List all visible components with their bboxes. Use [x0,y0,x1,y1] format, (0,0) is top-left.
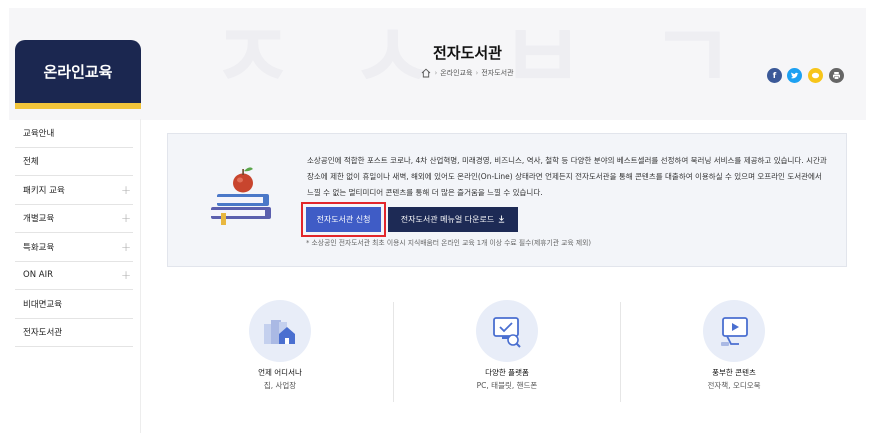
sidebar-item-individual[interactable]: 개별교육 + [15,205,133,233]
sidebar-item-special[interactable]: 특화교육 + [15,233,133,262]
sidebar-item-guide[interactable]: 교육안내 [15,119,133,148]
plus-icon[interactable]: + [121,268,133,282]
plus-icon[interactable]: + [121,240,133,254]
sidebar-menu: 교육안내 전체 패키지 교육 + 개별교육 + 특화교육 + ON AIR + … [15,119,133,347]
sidebar-item-label: 전자도서관 [23,328,63,339]
sidebar-item-label: 전체 [23,157,39,168]
apply-ebook-button[interactable]: 전자도서관 신청 [306,207,381,232]
print-icon[interactable] [829,68,844,83]
devices-icon [476,300,538,362]
sidebar-item-label: ON AIR [23,270,53,281]
sidebar-item-label: 패키지 교육 [23,185,65,196]
twitter-icon[interactable] [787,68,802,83]
feature-divider [393,302,394,402]
books-apple-illustration [205,158,275,228]
sidebar-item-label: 개별교육 [23,214,55,225]
ebook-description: 소상공인에 적합한 포스트 코로나, 4차 산업혁명, 미래경영, 비즈니스, … [307,156,827,197]
chevron-right-icon: › [475,69,479,77]
feature-subtitle: 집, 사업장 [263,381,297,390]
feature-title: 풍부한 콘텐츠 [712,368,756,377]
feature-platforms: 다양한 플랫폼 PC, 태블릿, 핸드폰 [437,300,577,391]
sidebar-item-package[interactable]: 패키지 교육 + [15,176,133,205]
sidebar-accent [15,103,141,109]
sidebar-item-label: 특화교육 [23,242,55,253]
kakao-icon[interactable] [808,68,823,83]
sidebar-item-label: 교육안내 [23,128,55,139]
chevron-right-icon: › [434,69,438,77]
feature-divider [620,302,621,402]
feature-title: 다양한 플랫폼 [485,368,529,377]
download-icon [498,215,505,225]
plus-icon[interactable]: + [121,183,133,197]
breadcrumb-item: 전자도서관 [481,69,514,77]
sidebar-item-onair[interactable]: ON AIR + [15,262,133,290]
hero-decoration: ㄱ [650,4,735,111]
feature-subtitle: PC, 태블릿, 핸드폰 [476,381,538,390]
facebook-icon[interactable]: f [767,68,782,83]
feature-contents: 풍부한 콘텐츠 전자책, 오디오북 [664,300,804,391]
building-icon [249,300,311,362]
breadcrumb: › 온라인교육 › 전자도서관 [280,68,655,78]
usage-note: * 소상공인 전자도서관 최초 이용시 지식배움터 온라인 교육 1개 이상 수… [306,239,591,247]
sidebar-item-untact[interactable]: 비대면교육 [15,290,133,319]
home-icon[interactable] [421,68,431,78]
sidebar-title: 온라인교육 [15,40,141,103]
sidebar-item-ebook-library[interactable]: 전자도서관 [15,319,133,347]
feature-title: 언제 어디서나 [258,368,302,377]
sidebar-item-all[interactable]: 전체 [15,148,133,176]
feature-anywhere: 언제 어디서나 집, 사업장 [210,300,350,391]
download-manual-button[interactable]: 전자도서관 메뉴얼 다운로드 [388,207,518,232]
feature-subtitle: 전자책, 오디오북 [707,381,761,390]
video-tablet-icon [703,300,765,362]
plus-icon[interactable]: + [121,211,133,225]
page-title: 전자도서관 [432,44,502,62]
sidebar-item-label: 비대면교육 [23,299,63,310]
breadcrumb-item[interactable]: 온라인교육 [440,68,472,78]
sidebar-divider [140,119,141,433]
